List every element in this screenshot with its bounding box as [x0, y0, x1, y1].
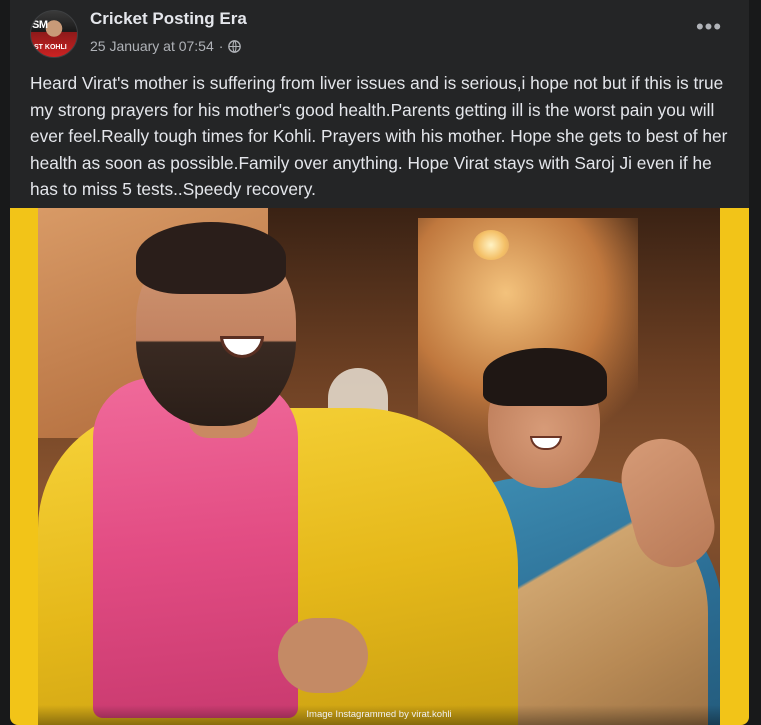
page-avatar[interactable]: SM ST KOHLI	[30, 10, 78, 58]
avatar-caption-text: ST KOHLI	[34, 44, 67, 51]
photo-man-hand	[278, 618, 368, 693]
post-timestamp[interactable]: 25 January at 07:54	[90, 38, 214, 54]
post-card: SM ST KOHLI Cricket Posting Era 25 Janua…	[10, 0, 749, 725]
post-header: SM ST KOHLI Cricket Posting Era 25 Janua…	[10, 0, 749, 62]
meta-separator: ·	[218, 38, 224, 54]
photo-caption: Image Instagrammed by virat.kohli	[38, 705, 720, 725]
page-name-link[interactable]: Cricket Posting Era	[90, 9, 247, 29]
post-photo[interactable]: Image Instagrammed by virat.kohli	[38, 208, 720, 725]
more-options-button[interactable]: •••	[691, 16, 727, 46]
photo-lamp	[473, 230, 509, 260]
photo-woman-hair	[483, 348, 607, 406]
post-image-frame[interactable]: Image Instagrammed by virat.kohli	[10, 208, 749, 725]
globe-icon[interactable]	[228, 39, 242, 53]
avatar-logo-text: SM	[32, 19, 48, 31]
post-meta: 25 January at 07:54 ·	[90, 38, 242, 54]
photo-man-hair	[136, 222, 286, 294]
post-message: Heard Virat's mother is suffering from l…	[30, 73, 728, 199]
